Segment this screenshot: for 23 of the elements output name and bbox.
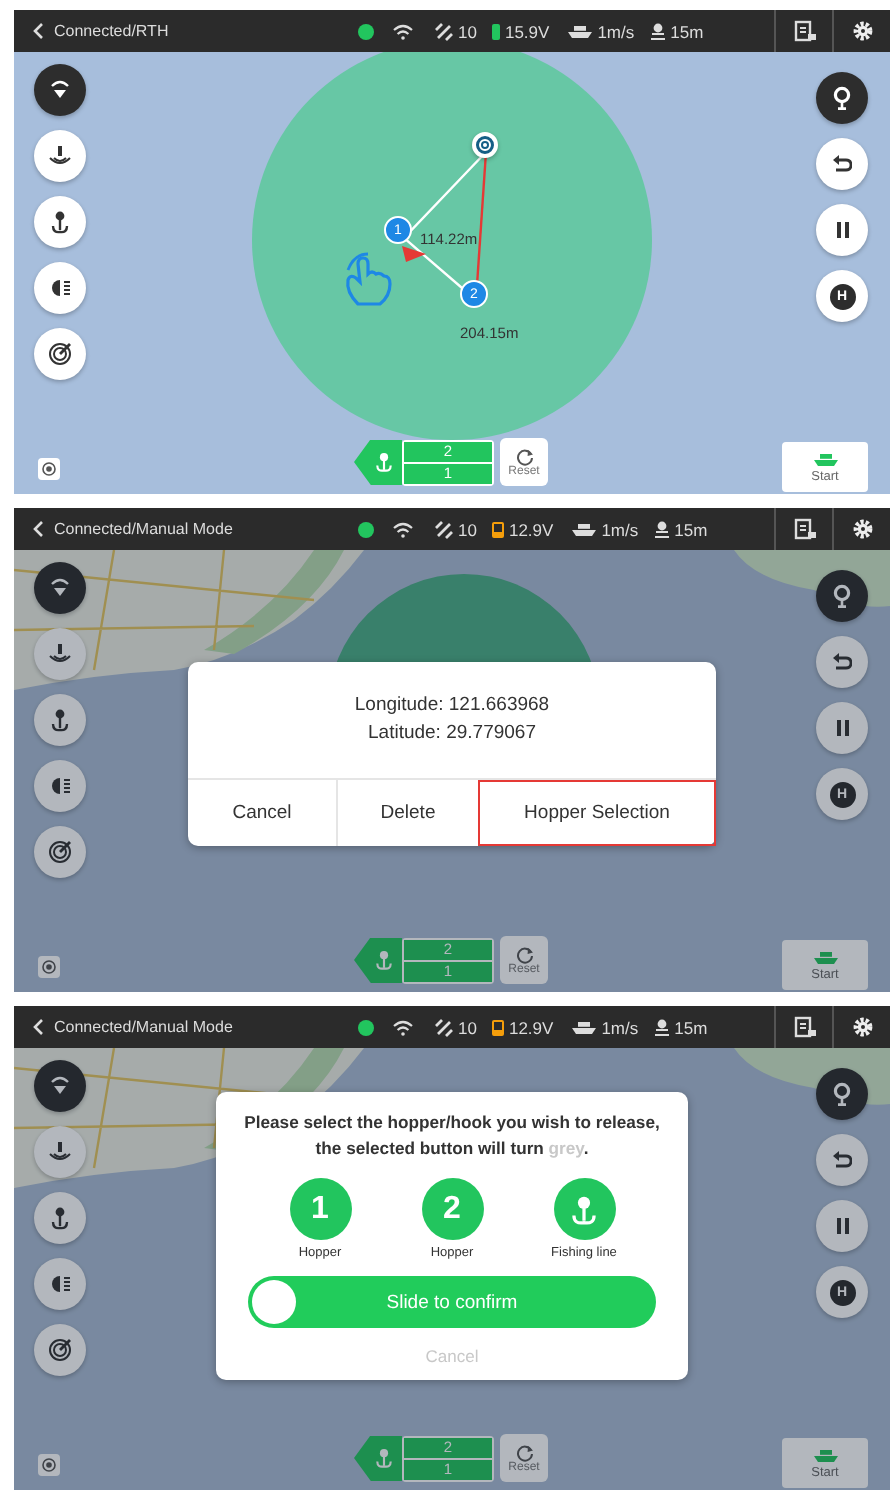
boat-speed: 1m/s [601, 519, 639, 539]
dialog-button[interactable]: Delete [336, 780, 478, 846]
mode-title: Connected/Manual Mode [54, 1018, 233, 1036]
boat-speed: 1m/s [601, 1017, 639, 1037]
satellite-count: 10 [458, 1017, 477, 1037]
dialog-button[interactable]: Cancel [188, 780, 336, 846]
satellite-count: 10 [458, 519, 477, 539]
battery-voltage: 12.9V [508, 1017, 554, 1037]
coordinate-text: Longitude: 121.663968 [354, 692, 550, 720]
depth-reading: 15m [670, 21, 704, 41]
battery-voltage: 15.9V [504, 21, 550, 41]
depth-reading: 15m [674, 1017, 708, 1037]
coordinate-text: Latitude: 29.779067 [366, 720, 538, 748]
mode-title: Connected/Manual Mode [54, 520, 233, 538]
satellite-count: 10 [458, 21, 477, 41]
mode-title: Connected/RTH [54, 22, 169, 40]
confirm-slider[interactable]: Slide to confirm [248, 1276, 656, 1328]
hopper-button[interactable]: 2 [421, 1178, 483, 1240]
dialog-button[interactable]: Hopper Selection [478, 780, 716, 846]
depth-reading: 15m [674, 519, 708, 539]
hopper-button[interactable]: 1 [289, 1178, 351, 1240]
battery-voltage: 12.9V [508, 519, 554, 539]
boat-speed: 1m/s [597, 21, 635, 41]
